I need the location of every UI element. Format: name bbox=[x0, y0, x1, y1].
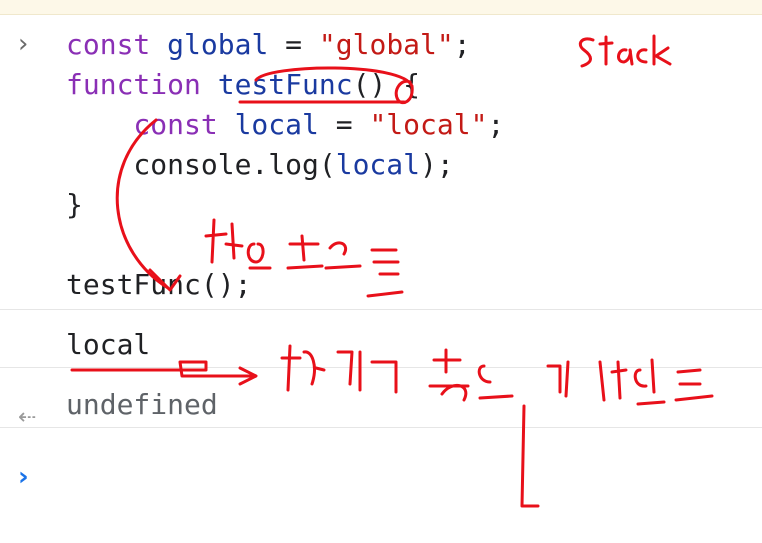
result-output: undefined bbox=[66, 388, 218, 421]
code-token: = bbox=[318, 108, 370, 141]
code-token: ; bbox=[487, 108, 505, 141]
code-token: global bbox=[167, 28, 269, 61]
log-output: local bbox=[66, 328, 151, 361]
code-token: () { bbox=[352, 68, 421, 101]
top-strip bbox=[0, 0, 762, 15]
chevron-right-icon: › bbox=[18, 29, 29, 59]
code-token: local bbox=[234, 108, 319, 141]
code-token: "local" bbox=[369, 108, 488, 141]
code-token: console.log( bbox=[66, 148, 336, 181]
code-line: console.log(local); bbox=[66, 145, 454, 185]
return-arrow-icon: ⇠ bbox=[18, 405, 37, 430]
code-line: testFunc(); bbox=[66, 265, 251, 305]
code-token: = bbox=[268, 28, 319, 61]
code-token: "global" bbox=[318, 28, 454, 61]
code-token: const bbox=[66, 108, 235, 141]
prompt-chevron-icon[interactable]: › bbox=[18, 462, 38, 492]
code-token: const bbox=[66, 28, 168, 61]
code-line: const local = "local"; bbox=[66, 105, 504, 145]
devtools-console: › const global = "global"; function testF… bbox=[0, 15, 762, 543]
code-token: function bbox=[66, 68, 218, 101]
code-line: function testFunc() { bbox=[66, 65, 420, 105]
code-token: local bbox=[335, 148, 421, 181]
code-token: testFunc(); bbox=[66, 268, 252, 301]
code-token: ); bbox=[420, 148, 454, 181]
code-token: ; bbox=[453, 28, 471, 61]
code-line: const global = "global"; bbox=[66, 25, 471, 65]
code-token: testFunc bbox=[217, 68, 353, 101]
code-line: } bbox=[66, 185, 83, 225]
code-token: } bbox=[66, 188, 83, 221]
console-prompt-entry[interactable] bbox=[0, 427, 762, 543]
